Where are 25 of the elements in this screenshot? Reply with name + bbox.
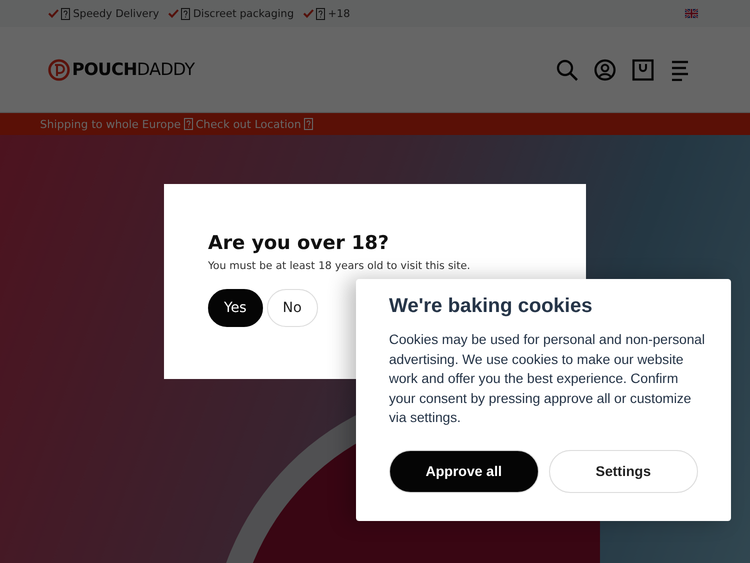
search-icon[interactable]: [556, 58, 578, 80]
cookie-title: We're baking cookies: [389, 295, 594, 318]
check-icon: [48, 9, 59, 18]
missing-glyph-icon: [316, 8, 325, 20]
missing-glyph-icon: [184, 118, 193, 130]
secondary-button[interactable]: Settings: [548, 450, 698, 493]
user-icon[interactable]: [594, 58, 616, 80]
missing-glyph-icon: [181, 8, 190, 20]
primary-button[interactable]: Approve all: [389, 450, 538, 493]
primary-button[interactable]: Yes: [208, 289, 263, 327]
bag-icon[interactable]: [632, 58, 654, 80]
flag-icon: [685, 9, 698, 18]
check-icon: [302, 9, 314, 18]
secondary-button[interactable]: No: [266, 289, 318, 327]
feature-text: Discreet packaging: [193, 8, 294, 20]
missing-glyph-icon: [61, 8, 70, 20]
dialog-title: Are you over 18?: [208, 232, 390, 254]
feature-text: Speedy Delivery: [73, 8, 160, 20]
dialog-text: You must be at least 18 years old to visit this site.: [208, 260, 472, 272]
check-icon: [168, 9, 180, 18]
missing-glyph-icon: [304, 118, 314, 130]
logo-icon: [48, 58, 70, 80]
feature-text: +18: [328, 8, 350, 20]
cookie-text: Cookies may be used for personal and non-personal advertising. We use cookies to make our website work and offer you the best experience. Confirm your consent by pressing approve all or customize via settings.: [389, 331, 706, 428]
logo-text[interactable]: POUCHDADDY: [72, 60, 194, 80]
